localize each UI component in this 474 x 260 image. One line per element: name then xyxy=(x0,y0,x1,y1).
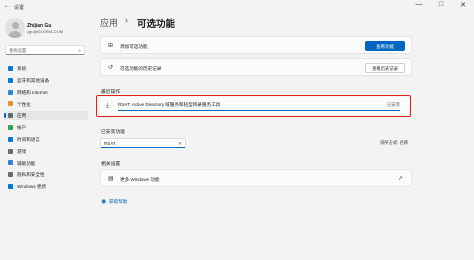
gamepad-icon xyxy=(8,148,13,154)
sidebar-item-3[interactable]: 个性化 xyxy=(4,99,88,108)
minimize-button[interactable]: — xyxy=(412,1,426,8)
search-input[interactable]: 查找设置 ⌕ xyxy=(5,45,85,55)
sidebar-item-label: 应用 xyxy=(17,113,27,119)
help-icon: ◉ xyxy=(101,198,107,205)
history-label: 可选功能的历史记录 xyxy=(120,65,162,71)
globe-clock-icon xyxy=(8,136,13,142)
update-icon xyxy=(8,184,13,189)
sidebar-item-label: 时间和语言 xyxy=(17,136,40,142)
avatar-body-shape xyxy=(8,30,22,38)
sidebar-item-1[interactable]: 蓝牙和其他设备 xyxy=(4,76,88,85)
sidebar-item-4[interactable]: 应用 xyxy=(4,111,88,121)
sidebar-item-5[interactable]: 帐户 xyxy=(4,123,88,132)
sidebar-item-10[interactable]: Windows 更新 xyxy=(4,182,88,191)
close-button[interactable]: ✕ xyxy=(456,1,470,9)
window-title: 设置 xyxy=(14,4,25,11)
sidebar-item-label: 隐私和安全性 xyxy=(17,172,45,178)
back-arrow-icon[interactable]: ← xyxy=(4,3,10,9)
search-placeholder: 查找设置 xyxy=(9,48,27,54)
brush-icon xyxy=(8,101,13,107)
sidebar-item-label: 辅助功能 xyxy=(17,160,36,166)
add-feature-label: 添加可选功能 xyxy=(120,43,148,49)
sidebar-item-label: 网络和 Internet xyxy=(17,89,48,95)
sidebar-item-2[interactable]: 网络和 Internet xyxy=(4,88,88,97)
external-link-icon: ↗ xyxy=(397,175,403,182)
recent-heading: 最近操作 xyxy=(101,90,121,95)
page-title: 可选功能 xyxy=(137,18,176,30)
history-icon: ↺ xyxy=(108,65,114,71)
title-bar: ← 设置 — □ ✕ xyxy=(0,0,474,12)
filter-value: RSAT xyxy=(104,141,116,147)
avatar-head-shape xyxy=(11,22,19,29)
related-heading: 相关设置 xyxy=(101,162,121,167)
history-card: ↺ 可选功能的历史记录 查看历史记录 xyxy=(100,58,412,76)
sidebar-item-6[interactable]: 时间和语言 xyxy=(4,135,88,144)
add-feature-card: ⊞ 添加可选功能 查看功能 xyxy=(100,36,412,54)
view-history-button[interactable]: 查看历史记录 xyxy=(365,63,405,73)
get-help-link[interactable]: 获取帮助 xyxy=(109,199,127,205)
windows-features-icon: ▤ xyxy=(108,176,114,182)
account-icon xyxy=(8,125,13,130)
apps-icon xyxy=(8,113,13,119)
clear-filter-icon[interactable]: ✕ xyxy=(178,141,182,147)
sidebar-item-label: 个性化 xyxy=(17,101,31,107)
more-features-card[interactable]: ▤ 更多 Windows 功能 ↗ xyxy=(100,169,412,187)
sidebar-item-0[interactable]: 系统 xyxy=(4,64,88,73)
sidebar-item-label: Windows 更新 xyxy=(17,184,47,190)
installed-heading: 已安装功能 xyxy=(101,130,125,135)
network-icon xyxy=(8,89,13,95)
maximize-button[interactable]: □ xyxy=(434,1,448,8)
shield-icon xyxy=(8,172,13,178)
sidebar-item-9[interactable]: 隐私和安全性 xyxy=(4,170,88,179)
sidebar-item-label: 游戏 xyxy=(17,148,27,154)
breadcrumb-separator: › xyxy=(125,15,128,25)
user-email: zgu@GLORIA.COM xyxy=(27,29,64,34)
more-features-label: 更多 Windows 功能 xyxy=(120,176,160,182)
bluetooth-icon xyxy=(8,77,13,83)
monitor-icon xyxy=(8,66,13,71)
sidebar-item-8[interactable]: 辅助功能 xyxy=(4,158,88,167)
sidebar-item-7[interactable]: 游戏 xyxy=(4,147,88,156)
sidebar-item-label: 帐户 xyxy=(17,125,27,131)
search-icon: ⌕ xyxy=(78,47,81,54)
sidebar-item-label: 系统 xyxy=(17,66,27,72)
active-indicator xyxy=(4,113,6,119)
installed-filter-input[interactable]: RSAT ✕ xyxy=(100,138,186,148)
sidebar-item-label: 蓝牙和其他设备 xyxy=(17,77,50,83)
accessibility-icon xyxy=(8,160,13,166)
sidebar: Zhijian Gu zgu@GLORIA.COM 查找设置 ⌕ 系统 蓝牙和其他… xyxy=(0,12,92,260)
breadcrumb-parent[interactable]: 应用 xyxy=(100,16,118,29)
sort-dropdown[interactable]: 排序方式: 名称 xyxy=(380,140,408,146)
view-features-button[interactable]: 查看功能 xyxy=(365,41,405,51)
highlight-box xyxy=(96,95,411,117)
add-feature-icon: ⊞ xyxy=(108,43,114,49)
avatar[interactable] xyxy=(5,18,25,38)
